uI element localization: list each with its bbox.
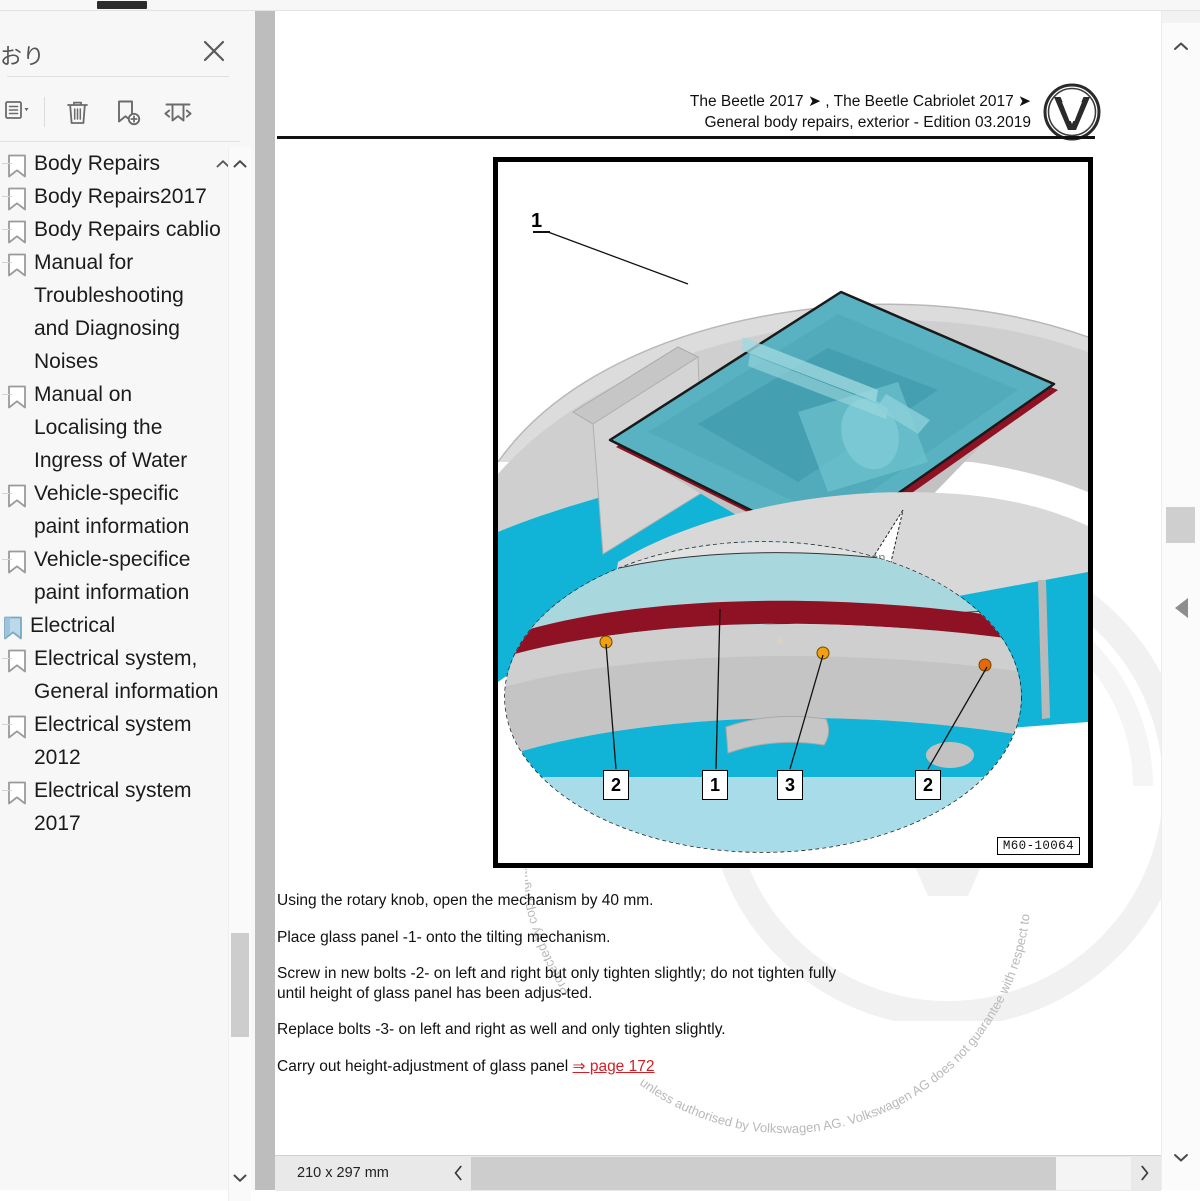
bookmarks-panel: おり Body Repairs Body Repairs2017 Body Re… (0, 11, 255, 1201)
figure-illustration: vagen (493, 157, 1093, 868)
callout-box-2-left: 2 (603, 770, 629, 800)
bookmark-item-label: Manual on Localising the Ingress of Wate… (34, 383, 188, 472)
tree-connector (2, 658, 12, 659)
bookmark-item-label: Body Repairs cablio (34, 218, 221, 241)
paragraph-text: Replace bolts -3- on left and right as w… (277, 1021, 726, 1038)
chevron-up-icon[interactable] (229, 153, 251, 175)
window-scrollbar-thumb[interactable] (1166, 507, 1195, 543)
document-body-text: Using the rotary knob, open the mechanis… (277, 891, 837, 1093)
document-running-header: The Beetle 2017 ➤ , The Beetle Cabriolet… (275, 91, 1161, 141)
tree-connector (2, 262, 12, 263)
header-rule (277, 136, 1095, 139)
collapse-chevron-icon[interactable] (216, 156, 228, 168)
sunroof-glass-panel-diagram: vagen (498, 162, 1088, 863)
panel-document-gutter (255, 11, 524, 1190)
bookmark-item-label: Electrical system 2017 (34, 779, 192, 835)
bookmark-item-6[interactable]: Vehicle-specifice paint information (0, 543, 228, 609)
paragraph-text: Screw in new bolts -2- on left and right… (277, 965, 837, 1002)
toolbar-bottom-rule (0, 141, 240, 142)
tree-connector (2, 163, 12, 164)
bookmarks-panel-title: おり (0, 44, 46, 69)
trash-icon[interactable] (54, 89, 100, 135)
chevron-up-icon[interactable] (1168, 33, 1194, 59)
bookmark-item-7[interactable]: Electrical (0, 609, 228, 642)
bookmark-item-label: Vehicle-specific paint information (34, 482, 190, 538)
header-title-block: The Beetle 2017 ➤ , The Beetle Cabriolet… (690, 91, 1031, 133)
bookmark-item-label: Electrical (30, 614, 116, 637)
tree-connector (2, 394, 12, 395)
tree-connector (2, 724, 12, 725)
browser-tab-strip (0, 0, 1200, 11)
pdf-document-viewport[interactable]: Protected by copyright. Copying for priv… (275, 11, 1161, 1155)
bookmark-item-label: Vehicle-specifice paint information (34, 548, 191, 604)
tree-connector (2, 559, 12, 560)
pdf-page: Protected by copyright. Copying for priv… (275, 11, 1161, 1155)
tree-connector (2, 790, 12, 791)
close-icon[interactable] (196, 33, 232, 69)
bookmark-item-1[interactable]: Body Repairs2017 (0, 180, 228, 213)
active-tab-indicator[interactable] (97, 1, 147, 9)
callout-box-3: 3 (777, 770, 803, 800)
bookmarks-tree: Body Repairs Body Repairs2017 Body Repairs… (0, 147, 228, 1187)
body-paragraph-2: Screw in new bolts -2- on left and right… (277, 964, 837, 1003)
cross-reference-link[interactable]: ⇒ page 172 (573, 1058, 655, 1075)
page-size-label: 210 x 297 mm (297, 1165, 389, 1181)
figure-id-label: M60-10064 (996, 837, 1080, 855)
bookmark-item-label: Electrical system 2012 (34, 713, 192, 769)
bookmarks-panel-header: おり (0, 11, 255, 73)
bookmark-move-icon[interactable] (154, 89, 200, 135)
bookmark-item-10[interactable]: Electrical system 2017 (0, 774, 228, 840)
body-paragraph-1: Place glass panel -1- onto the tilting m… (277, 928, 837, 948)
header-line-1: The Beetle 2017 ➤ , The Beetle Cabriolet… (689, 93, 1031, 110)
bookmark-item-label: Manual for Troubleshooting and Diagnosin… (34, 251, 184, 373)
tree-connector (2, 229, 12, 230)
bookmark-item-0[interactable]: Body Repairs (0, 147, 228, 180)
triangle-left-icon[interactable] (1172, 595, 1192, 621)
panel-divider (7, 76, 229, 77)
toolbar-separator (44, 97, 45, 127)
tree-connector (2, 196, 12, 197)
scrollbar-top-cap (1162, 11, 1200, 23)
bookmark-item-4[interactable]: Manual on Localising the Ingress of Wate… (0, 378, 228, 477)
bookmark-item-9[interactable]: Electrical system 2012 (0, 708, 228, 774)
chevron-left-icon[interactable] (445, 1156, 471, 1190)
body-paragraph-3: Replace bolts -3- on left and right as w… (277, 1020, 837, 1040)
bookmarks-toolbar (0, 84, 255, 139)
window-scrollbar[interactable] (1161, 11, 1200, 1190)
body-paragraph-0: Using the rotary knob, open the mechanis… (277, 891, 837, 911)
bookmark-item-label: Body Repairs (34, 152, 161, 175)
chevron-down-icon[interactable] (229, 1167, 251, 1189)
callout-box-1-center: 1 (702, 770, 728, 800)
chevron-right-icon[interactable] (1131, 1156, 1157, 1190)
bookmarks-scrollbar-thumb[interactable] (231, 933, 249, 1037)
list-dropdown-icon[interactable] (0, 89, 42, 135)
bookmark-folder-icon (2, 609, 30, 641)
body-paragraph-4: Carry out height-adjustment of glass pan… (277, 1057, 837, 1077)
tree-connector (2, 493, 12, 494)
callout-box-2-right: 2 (915, 770, 941, 800)
horizontal-scrollbar-track[interactable] (471, 1157, 1131, 1190)
vw-logo (1043, 83, 1101, 141)
bookmark-item-5[interactable]: Vehicle-specific paint information (0, 477, 228, 543)
bookmark-item-2[interactable]: Body Repairs cablio (0, 213, 228, 246)
status-bar: 210 x 297 mm (275, 1155, 1161, 1191)
bookmark-item-3[interactable]: Manual for Troubleshooting and Diagnosin… (0, 246, 228, 378)
chevron-down-icon[interactable] (1168, 1144, 1194, 1170)
bookmark-item-8[interactable]: Electrical system, General information (0, 642, 228, 708)
bookmark-add-icon[interactable] (104, 89, 150, 135)
bookmark-item-label: Body Repairs2017 (34, 185, 207, 208)
paragraph-text: Carry out height-adjustment of glass pan… (277, 1057, 573, 1075)
paragraph-text: Using the rotary knob, open the mechanis… (277, 892, 654, 909)
horizontal-scrollbar-thumb[interactable] (471, 1157, 1056, 1190)
bookmark-item-label: Electrical system, General information (34, 647, 219, 703)
paragraph-text: Place glass panel -1- onto the tilting m… (277, 928, 611, 946)
header-line-2: General body repairs, exterior - Edition… (704, 114, 1031, 131)
callout-label-1-top: 1 (531, 210, 543, 232)
bookmarks-scrollbar[interactable] (228, 147, 251, 1201)
